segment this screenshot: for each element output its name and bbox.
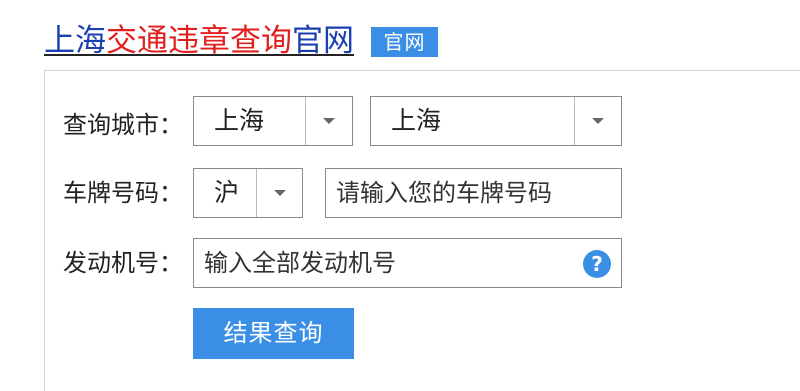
- chevron-down-icon[interactable]: [305, 97, 352, 145]
- help-icon[interactable]: ?: [583, 250, 611, 278]
- chevron-down-icon[interactable]: [574, 97, 621, 145]
- city-select[interactable]: 上海: [370, 96, 622, 146]
- page-title-link[interactable]: 上海交通违章查询官网: [44, 24, 354, 58]
- city-label: 查询城市：: [63, 111, 183, 139]
- chevron-down-icon[interactable]: [256, 169, 302, 217]
- engine-label: 发动机号：: [63, 249, 183, 277]
- province-select-value: 上海: [214, 106, 265, 135]
- plate-number-input[interactable]: 请输入您的车牌号码: [325, 168, 622, 218]
- plate-prefix-select[interactable]: 沪: [193, 168, 303, 218]
- province-select[interactable]: 上海: [193, 96, 353, 146]
- city-select-value: 上海: [391, 106, 442, 135]
- title-official-site: 官网: [292, 23, 354, 59]
- plate-prefix-value: 沪: [214, 178, 240, 207]
- plate-number-placeholder: 请输入您的车牌号码: [336, 179, 552, 207]
- query-form-panel: 查询城市： 上海 上海 车牌号码： 沪 请输入您的车牌号码 发动机号： 输入全部…: [44, 70, 800, 391]
- title-traffic-query: 交通违章查询: [106, 23, 292, 59]
- plate-label: 车牌号码：: [63, 179, 183, 207]
- query-results-button[interactable]: 结果查询: [193, 308, 354, 359]
- engine-number-placeholder: 输入全部发动机号: [204, 249, 396, 277]
- engine-number-input[interactable]: 输入全部发动机号 ?: [193, 238, 622, 288]
- official-site-badge[interactable]: 官网: [371, 27, 438, 57]
- title-city: 上海: [44, 23, 106, 59]
